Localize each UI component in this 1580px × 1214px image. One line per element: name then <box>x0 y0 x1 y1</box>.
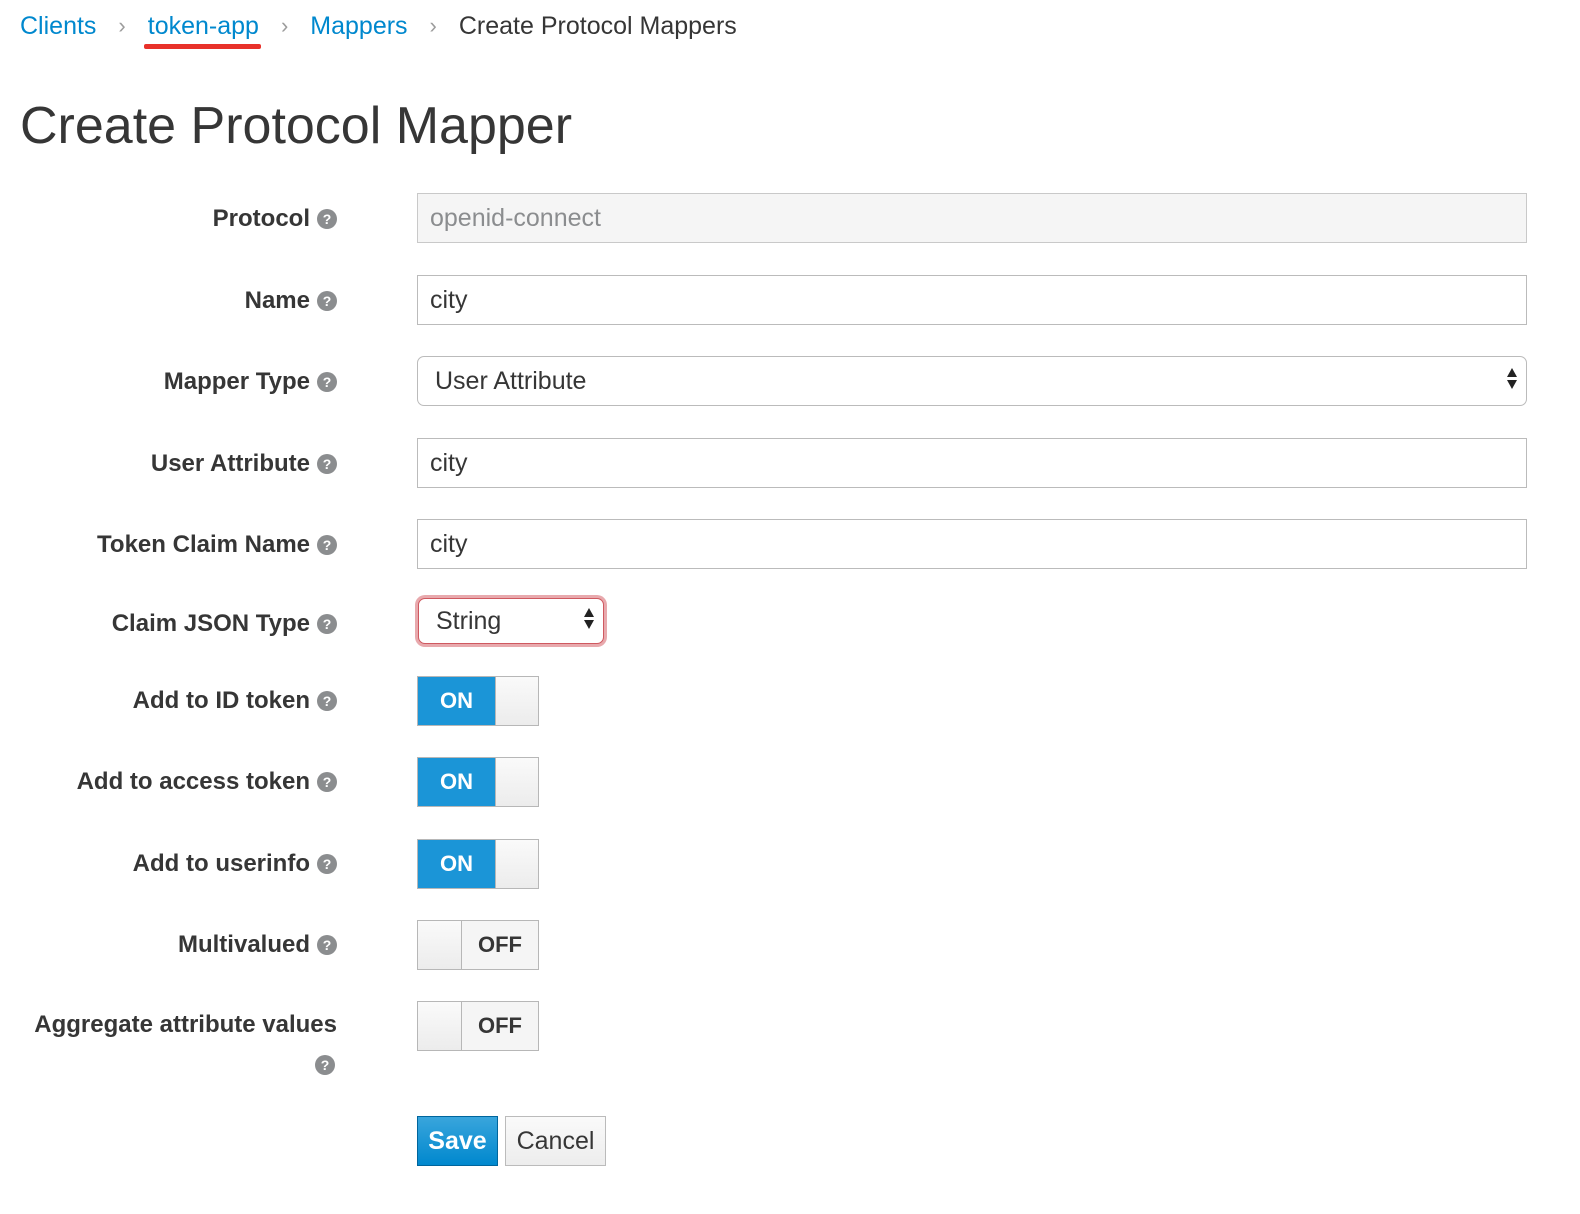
multivalued-toggle[interactable]: OFF <box>417 920 539 970</box>
token-claim-name-label: Token Claim Name ? <box>97 531 337 559</box>
toggle-knob <box>495 758 538 806</box>
user-attribute-label: User Attribute ? <box>151 450 337 478</box>
toggle-on-label: ON <box>418 840 495 888</box>
help-icon[interactable]: ? <box>317 854 337 874</box>
help-icon[interactable]: ? <box>315 1055 335 1075</box>
cancel-button[interactable]: Cancel <box>505 1116 606 1166</box>
breadcrumb-clients-link[interactable]: Clients <box>20 12 96 41</box>
toggle-on-label: ON <box>418 758 495 806</box>
breadcrumb-separator-icon: › <box>118 13 126 38</box>
toggle-off-label: OFF <box>462 1002 538 1050</box>
add-to-id-token-toggle[interactable]: ON <box>417 676 539 726</box>
save-button[interactable]: Save <box>417 1116 498 1166</box>
breadcrumb-current: Create Protocol Mappers <box>458 11 737 40</box>
breadcrumb: Clients › token-app › Mappers › Create P… <box>20 8 737 49</box>
toggle-knob <box>495 840 538 888</box>
protocol-label: Protocol ? <box>213 205 337 233</box>
claim-json-type-select[interactable]: String <box>418 598 604 644</box>
breadcrumb-separator-icon: › <box>280 13 289 38</box>
toggle-on-label: ON <box>418 677 495 725</box>
mapper-type-select[interactable]: User Attribute <box>417 356 1527 406</box>
help-icon[interactable]: ? <box>317 372 337 392</box>
help-icon[interactable]: ? <box>317 454 337 474</box>
help-icon[interactable]: ? <box>317 535 337 555</box>
help-icon[interactable]: ? <box>317 291 337 311</box>
name-input[interactable] <box>417 275 1527 325</box>
help-icon[interactable]: ? <box>317 614 337 634</box>
toggle-knob <box>418 921 462 969</box>
protocol-field <box>417 193 1527 243</box>
multivalued-label: Multivalued ? <box>178 931 337 959</box>
add-to-access-token-toggle[interactable]: ON <box>417 757 539 807</box>
aggregate-attribute-values-label: Aggregate attribute values ? <box>34 1011 337 1075</box>
add-to-id-token-label: Add to ID token ? <box>133 687 337 715</box>
breadcrumb-mappers-link[interactable]: Mappers <box>310 12 407 41</box>
aggregate-attribute-values-toggle[interactable]: OFF <box>417 1001 539 1051</box>
page-title: Create Protocol Mapper <box>20 97 573 155</box>
token-claim-name-input[interactable] <box>417 519 1527 569</box>
name-label: Name ? <box>245 287 337 315</box>
add-to-userinfo-toggle[interactable]: ON <box>417 839 539 889</box>
help-icon[interactable]: ? <box>317 935 337 955</box>
help-icon[interactable]: ? <box>317 209 337 229</box>
toggle-knob <box>495 677 538 725</box>
toggle-off-label: OFF <box>462 921 538 969</box>
breadcrumb-token-app-link[interactable]: token-app <box>143 12 262 49</box>
add-to-access-token-label: Add to access token ? <box>77 768 337 796</box>
help-icon[interactable]: ? <box>317 691 337 711</box>
breadcrumb-separator-icon: › <box>429 13 437 38</box>
help-icon[interactable]: ? <box>317 772 337 792</box>
claim-json-type-label: Claim JSON Type ? <box>112 610 337 638</box>
add-to-userinfo-label: Add to userinfo ? <box>133 850 337 878</box>
mapper-type-label: Mapper Type ? <box>164 368 337 396</box>
toggle-knob <box>418 1002 462 1050</box>
select-arrows-icon <box>1506 368 1518 389</box>
user-attribute-input[interactable] <box>417 438 1527 488</box>
select-arrows-icon <box>583 608 595 629</box>
